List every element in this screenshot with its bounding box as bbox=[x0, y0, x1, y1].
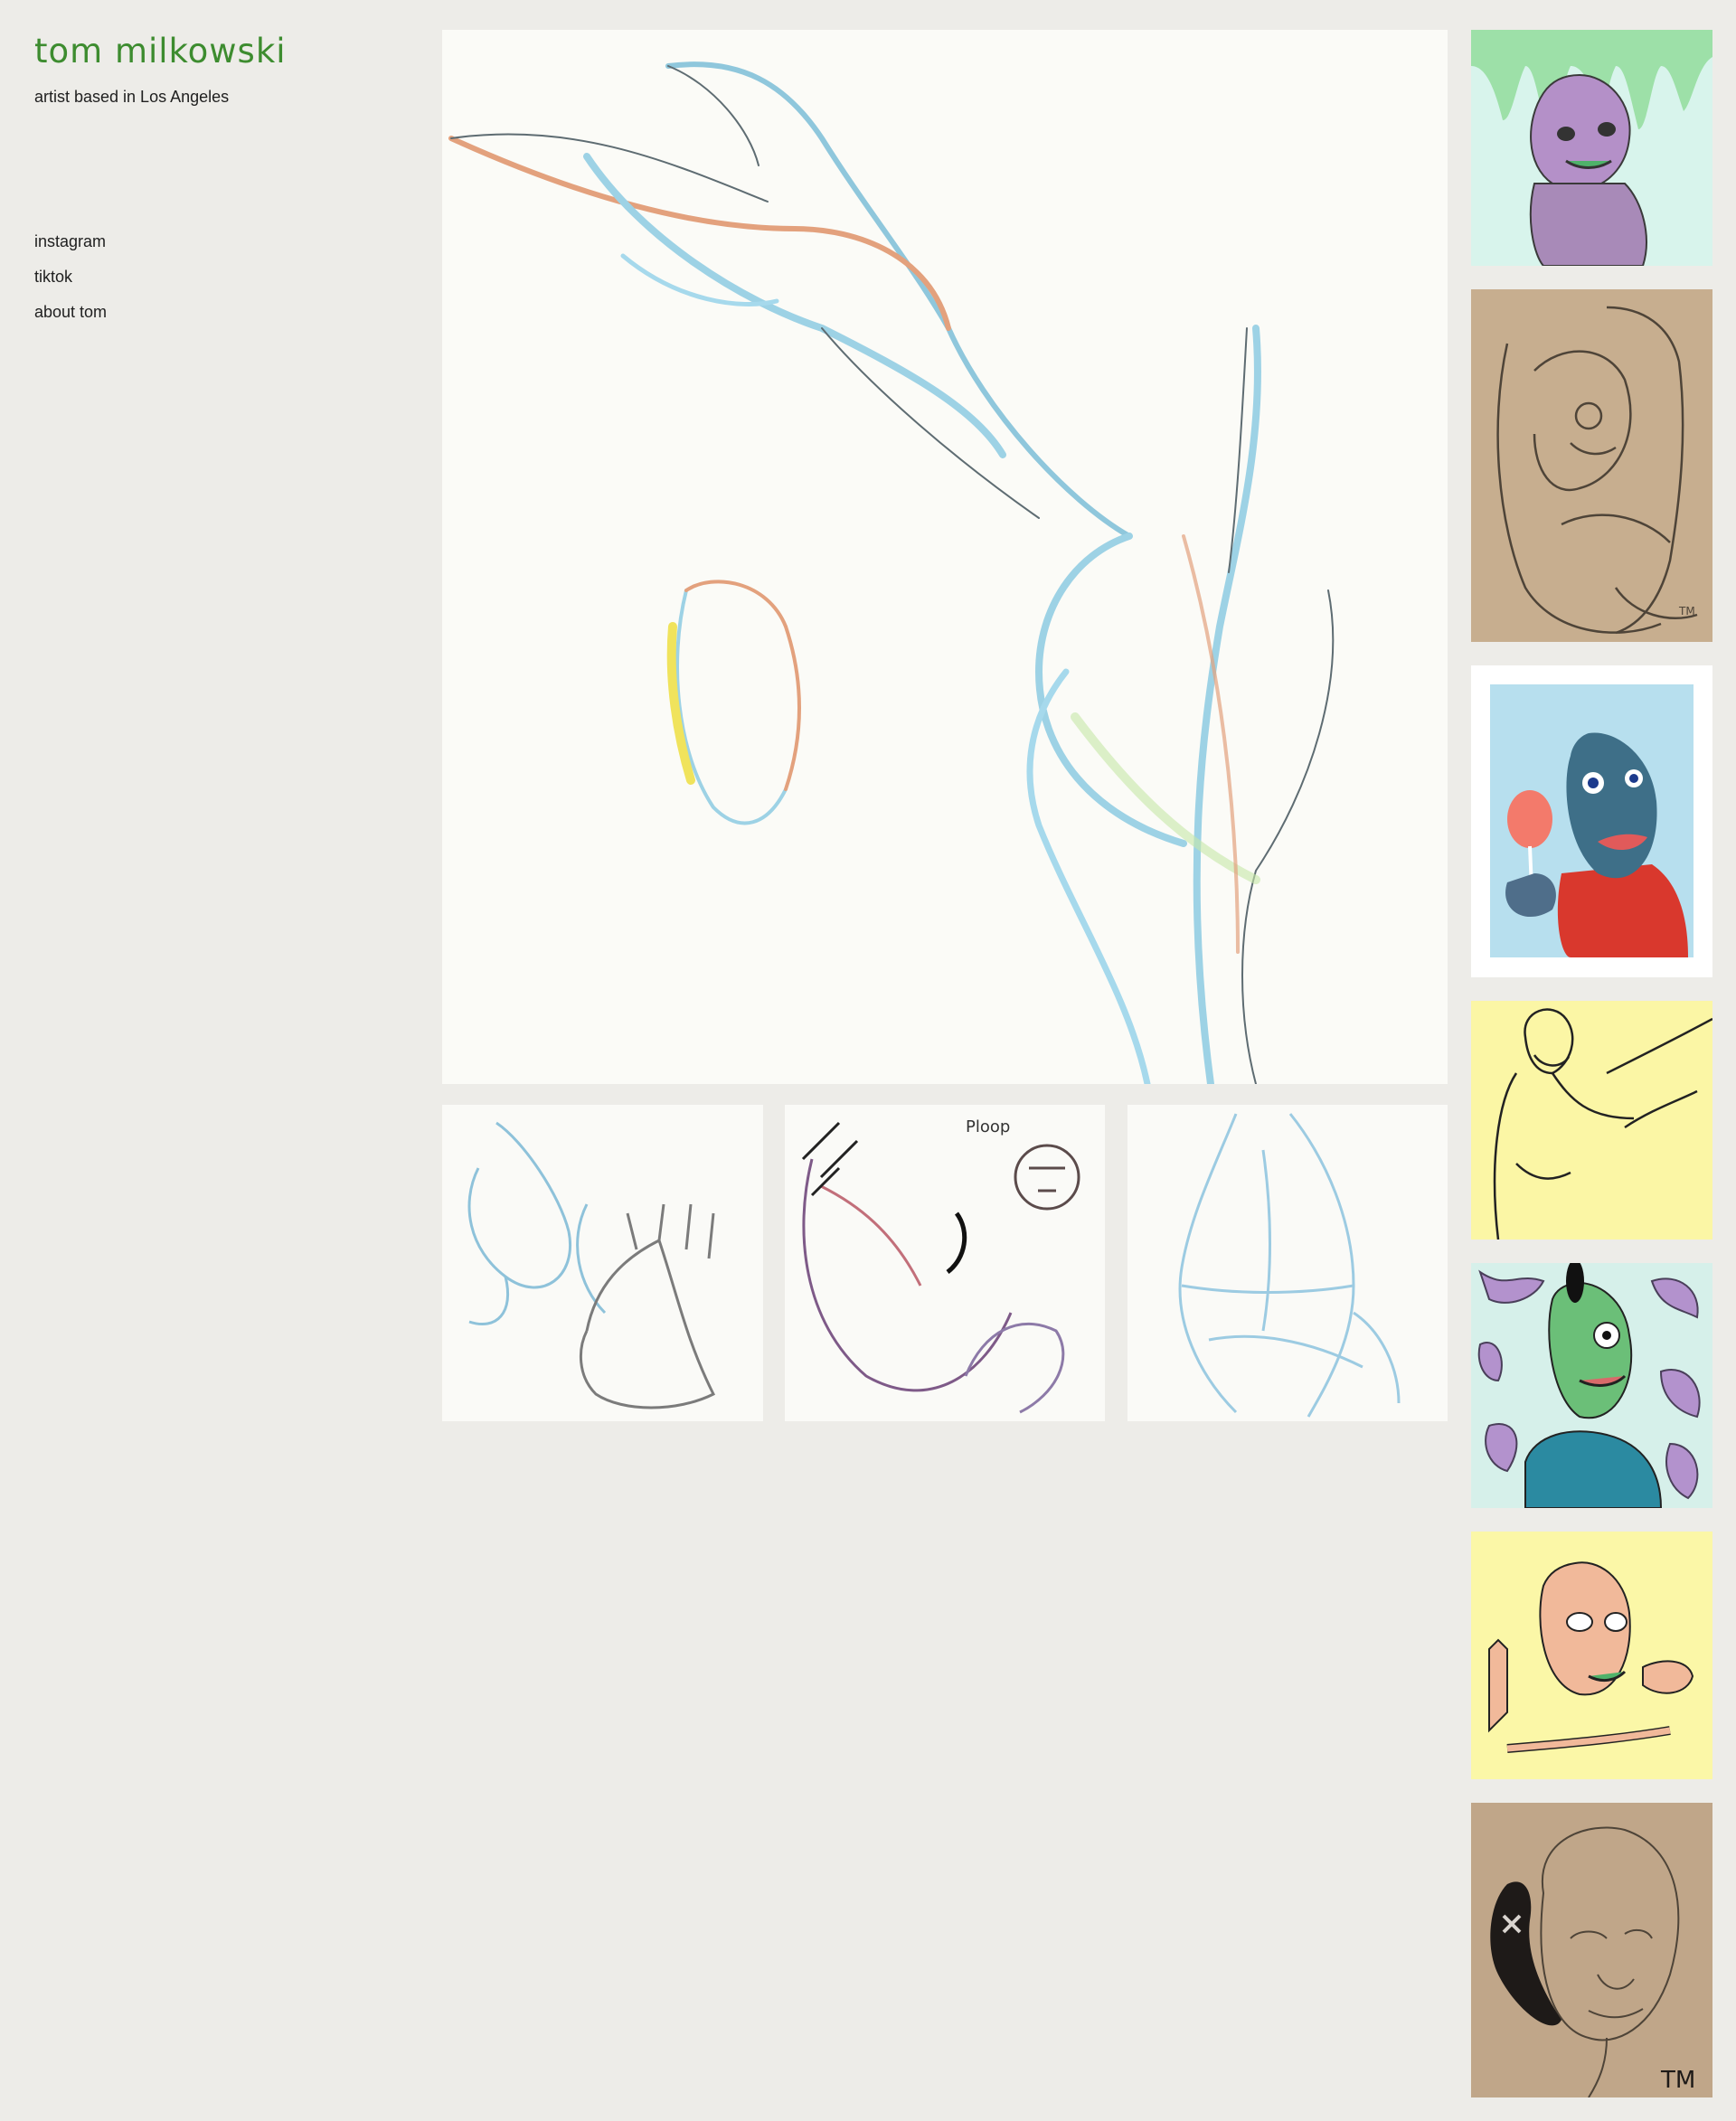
artwork-hooded-smiling-figure[interactable] bbox=[1471, 1001, 1712, 1240]
artwork-purple-creature-drips[interactable] bbox=[1471, 30, 1712, 266]
site-tagline: artist based in Los Angeles bbox=[34, 88, 230, 106]
artwork-graphite-bald-portrait[interactable]: TM bbox=[1471, 1803, 1712, 2097]
nav-link-about[interactable]: about tom bbox=[34, 302, 414, 322]
svg-text:TM: TM bbox=[1678, 605, 1695, 617]
svg-text:Ploop: Ploop bbox=[966, 1117, 1010, 1136]
featured-artwork-hands-sketch[interactable] bbox=[442, 30, 1448, 1084]
sidebar: tom milkowski artist based in Los Angele… bbox=[34, 33, 414, 337]
nav-link-instagram[interactable]: instagram bbox=[34, 231, 414, 251]
site-title[interactable]: tom milkowski bbox=[34, 33, 414, 71]
main-nav: instagram tiktok about tom bbox=[34, 231, 414, 322]
artwork-seated-figure[interactable] bbox=[1127, 1105, 1448, 1421]
artwork-hands-study[interactable] bbox=[442, 1105, 763, 1421]
artwork-mixed-sketches[interactable]: Ploop bbox=[785, 1105, 1105, 1421]
nav-link-tiktok[interactable]: tiktok bbox=[34, 267, 414, 287]
svg-text:TM: TM bbox=[1660, 2067, 1695, 2094]
artwork-lollipop-portrait[interactable] bbox=[1471, 665, 1712, 977]
artwork-graphite-contorted-figure[interactable]: TM bbox=[1471, 289, 1712, 642]
artwork-green-face-pattern[interactable] bbox=[1471, 1263, 1712, 1508]
artwork-bald-head-limbs[interactable] bbox=[1471, 1532, 1712, 1779]
